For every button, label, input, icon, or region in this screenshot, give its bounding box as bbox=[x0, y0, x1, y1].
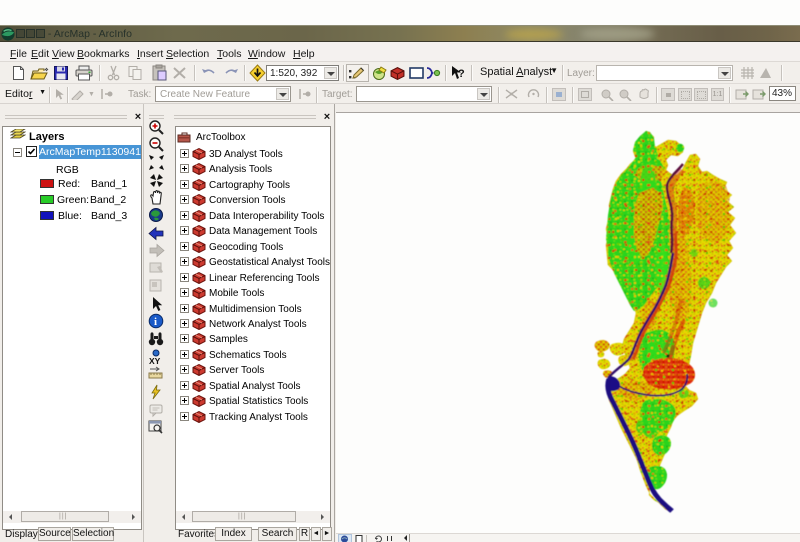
svg-text:i: i bbox=[154, 316, 157, 328]
svg-text:?: ? bbox=[458, 68, 465, 80]
svg-text:XY: XY bbox=[149, 356, 161, 366]
